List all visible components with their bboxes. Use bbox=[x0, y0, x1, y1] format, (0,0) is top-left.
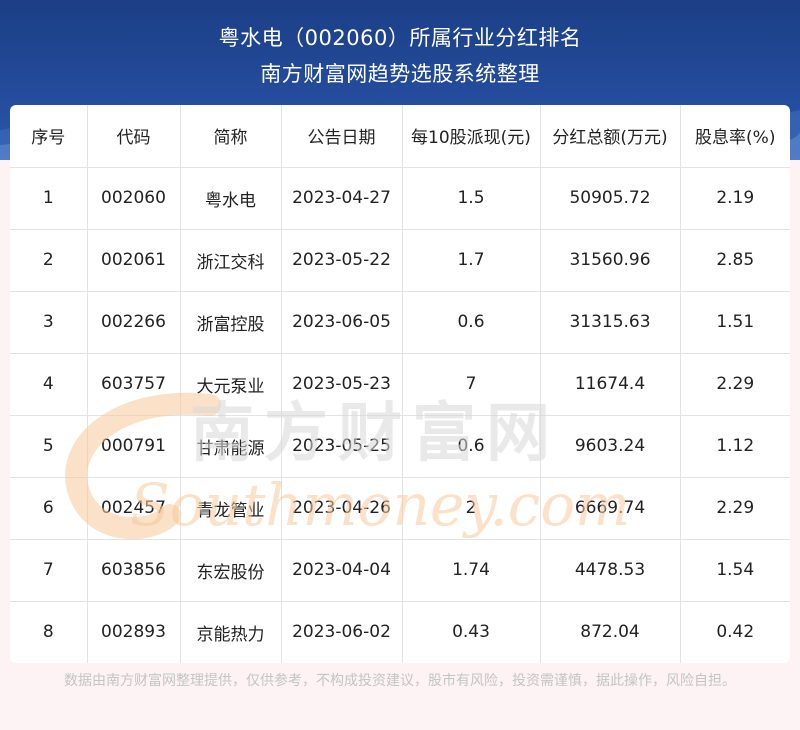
cell-total-dividend: 50905.72 bbox=[540, 167, 681, 230]
cell-code: 603856 bbox=[87, 539, 181, 602]
cell-cash-per-10: 1.5 bbox=[402, 167, 541, 230]
table-row: 4 603757 大元泵业 2023-05-23 7 11674.4 2.29 bbox=[10, 353, 790, 416]
cell-code: 002893 bbox=[87, 601, 181, 663]
column-header-total-dividend: 分红总额(万元) bbox=[540, 105, 681, 168]
cell-cash-per-10: 0.6 bbox=[402, 291, 541, 354]
cell-code: 002266 bbox=[87, 291, 181, 354]
cell-index: 6 bbox=[10, 477, 88, 540]
table-row: 3 002266 浙富控股 2023-06-05 0.6 31315.63 1.… bbox=[10, 291, 790, 354]
cell-date: 2023-04-27 bbox=[281, 167, 403, 230]
cell-total-dividend: 9603.24 bbox=[540, 415, 681, 478]
table-row: 5 000791 甘肃能源 2023-05-25 0.6 9603.24 1.1… bbox=[10, 415, 790, 478]
cell-name: 青龙管业 bbox=[180, 477, 282, 540]
cell-date: 2023-05-23 bbox=[281, 353, 403, 416]
table-row: 6 002457 青龙管业 2023-04-26 2 6669.74 2.29 bbox=[10, 477, 790, 540]
cell-yield: 2.29 bbox=[680, 353, 790, 416]
column-header-date: 公告日期 bbox=[281, 105, 403, 168]
cell-cash-per-10: 2 bbox=[402, 477, 541, 540]
cell-cash-per-10: 0.6 bbox=[402, 415, 541, 478]
cell-total-dividend: 872.04 bbox=[540, 601, 681, 663]
cell-index: 4 bbox=[10, 353, 88, 416]
cell-code: 002457 bbox=[87, 477, 181, 540]
page-title: 粤水电（002060）所属行业分红排名 bbox=[218, 26, 582, 50]
cell-date: 2023-04-26 bbox=[281, 477, 403, 540]
cell-date: 2023-04-04 bbox=[281, 539, 403, 602]
cell-code: 603757 bbox=[87, 353, 181, 416]
column-header-index: 序号 bbox=[10, 105, 88, 168]
column-header-name: 简称 bbox=[180, 105, 282, 168]
cell-name: 甘肃能源 bbox=[180, 415, 282, 478]
cell-cash-per-10: 0.43 bbox=[402, 601, 541, 663]
cell-cash-per-10: 1.74 bbox=[402, 539, 541, 602]
cell-name: 粤水电 bbox=[180, 167, 282, 230]
table-row: 8 002893 京能热力 2023-06-02 0.43 872.04 0.4… bbox=[10, 601, 790, 663]
column-header-code: 代码 bbox=[87, 105, 181, 168]
cell-yield: 2.85 bbox=[680, 229, 790, 292]
cell-code: 000791 bbox=[87, 415, 181, 478]
ranking-table-card: 序号 代码 简称 公告日期 每10股派现(元) 分红总额(万元) 股息率(%) … bbox=[10, 105, 790, 663]
cell-total-dividend: 4478.53 bbox=[540, 539, 681, 602]
cell-name: 浙江交科 bbox=[180, 229, 282, 292]
cell-cash-per-10: 1.7 bbox=[402, 229, 541, 292]
cell-date: 2023-06-05 bbox=[281, 291, 403, 354]
cell-date: 2023-05-25 bbox=[281, 415, 403, 478]
cell-yield: 1.12 bbox=[680, 415, 790, 478]
cell-code: 002060 bbox=[87, 167, 181, 230]
cell-total-dividend: 31315.63 bbox=[540, 291, 681, 354]
cell-index: 2 bbox=[10, 229, 88, 292]
cell-date: 2023-06-02 bbox=[281, 601, 403, 663]
cell-name: 东宏股份 bbox=[180, 539, 282, 602]
column-header-cash-per-10: 每10股派现(元) bbox=[402, 105, 541, 168]
cell-total-dividend: 31560.96 bbox=[540, 229, 681, 292]
cell-yield: 2.19 bbox=[680, 167, 790, 230]
disclaimer-footer: 数据由南方财富网整理提供，仅供参考，不构成投资建议，股市有风险，投资需谨慎，据此… bbox=[64, 673, 736, 689]
cell-yield: 2.29 bbox=[680, 477, 790, 540]
cell-index: 5 bbox=[10, 415, 88, 478]
cell-name: 浙富控股 bbox=[180, 291, 282, 354]
table-row: 2 002061 浙江交科 2023-05-22 1.7 31560.96 2.… bbox=[10, 229, 790, 292]
page-subtitle: 南方财富网趋势选股系统整理 bbox=[260, 62, 540, 86]
cell-index: 7 bbox=[10, 539, 88, 602]
cell-index: 3 bbox=[10, 291, 88, 354]
column-header-yield: 股息率(%) bbox=[680, 105, 790, 168]
table-row: 7 603856 东宏股份 2023-04-04 1.74 4478.53 1.… bbox=[10, 539, 790, 602]
table-header-row: 序号 代码 简称 公告日期 每10股派现(元) 分红总额(万元) 股息率(%) bbox=[10, 105, 790, 168]
cell-total-dividend: 11674.4 bbox=[540, 353, 681, 416]
cell-name: 京能热力 bbox=[180, 601, 282, 663]
cell-code: 002061 bbox=[87, 229, 181, 292]
cell-name: 大元泵业 bbox=[180, 353, 282, 416]
cell-date: 2023-05-22 bbox=[281, 229, 403, 292]
cell-yield: 1.54 bbox=[680, 539, 790, 602]
cell-cash-per-10: 7 bbox=[402, 353, 541, 416]
cell-index: 8 bbox=[10, 601, 88, 663]
cell-yield: 1.51 bbox=[680, 291, 790, 354]
cell-index: 1 bbox=[10, 167, 88, 230]
dividend-ranking-table: 序号 代码 简称 公告日期 每10股派现(元) 分红总额(万元) 股息率(%) … bbox=[10, 105, 790, 663]
table-row: 1 002060 粤水电 2023-04-27 1.5 50905.72 2.1… bbox=[10, 167, 790, 230]
cell-total-dividend: 6669.74 bbox=[540, 477, 681, 540]
cell-yield: 0.42 bbox=[716, 622, 755, 643]
